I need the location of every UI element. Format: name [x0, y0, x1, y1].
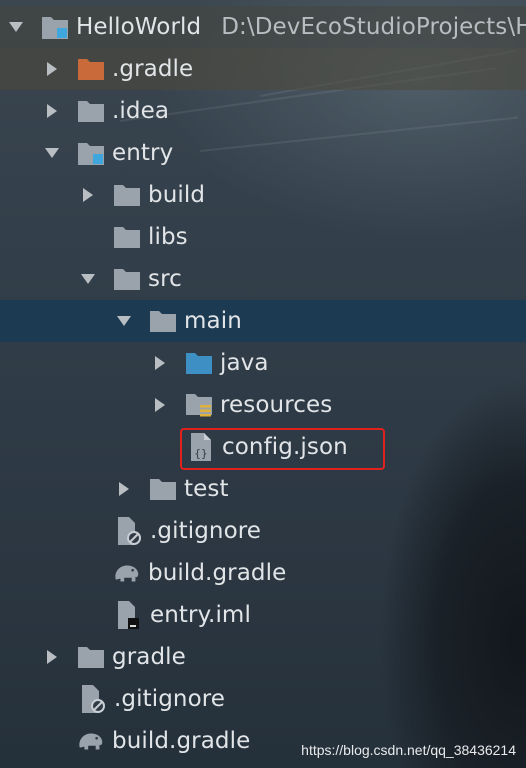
chevron-right-icon[interactable] [74, 174, 102, 216]
tree-row-resources[interactable]: resources [0, 384, 526, 426]
module-folder-icon [40, 12, 70, 42]
chevron-down-icon[interactable] [74, 258, 102, 300]
resources-folder-icon [184, 390, 214, 420]
module-folder-icon [76, 138, 106, 168]
folder-icon [148, 306, 178, 336]
project-path: D:\DevEcoStudioProjects\H [221, 14, 526, 40]
tree-label: src [148, 266, 182, 292]
tree-label: java [220, 350, 269, 376]
tree-row-idea[interactable]: .idea [0, 90, 526, 132]
tree-label: entry [112, 140, 174, 166]
tree-label: build.gradle [148, 560, 287, 586]
ignore-file-icon [114, 516, 144, 546]
folder-icon [112, 264, 142, 294]
ignore-file-icon [78, 684, 108, 714]
folder-icon [76, 54, 106, 84]
folder-icon [112, 180, 142, 210]
watermark-text: https://blog.csdn.net/qq_38436214 [301, 742, 516, 758]
tree-label: .gitignore [114, 686, 226, 712]
tree-label: .gitignore [150, 518, 262, 544]
tree-row-src[interactable]: src [0, 258, 526, 300]
tree-row-entry-iml[interactable]: entry.iml [0, 594, 526, 636]
tree-label: main [184, 308, 242, 334]
tree-label: .gradle [112, 56, 194, 82]
tree-label: .idea [112, 98, 170, 124]
chevron-right-icon[interactable] [38, 48, 66, 90]
tree-label: gradle [112, 644, 186, 670]
folder-icon [112, 222, 142, 252]
tree-row-helloworld[interactable]: HelloWorld D:\DevEcoStudioProjects\H [0, 6, 526, 48]
tree-row-root-gitignore[interactable]: .gitignore [0, 678, 526, 720]
source-folder-icon [184, 348, 214, 378]
tree-label: entry.iml [150, 602, 251, 628]
tree-label: build [148, 182, 206, 208]
folder-icon [76, 642, 106, 672]
tree-row-libs[interactable]: libs [0, 216, 526, 258]
project-name: HelloWorld [76, 14, 202, 40]
folder-icon [148, 474, 178, 504]
chevron-right-icon[interactable] [38, 636, 66, 678]
chevron-down-icon[interactable] [38, 132, 66, 174]
tree-label: libs [148, 224, 188, 250]
gradle-elephant-icon [76, 726, 106, 756]
chevron-down-icon[interactable] [2, 6, 30, 48]
chevron-right-icon[interactable] [38, 90, 66, 132]
tree-row-gradle[interactable]: gradle [0, 636, 526, 678]
tree-row-java[interactable]: java [0, 342, 526, 384]
tree-row-entry-gitignore[interactable]: .gitignore [0, 510, 526, 552]
tree-row-build[interactable]: build [0, 174, 526, 216]
project-tree: HelloWorld D:\DevEcoStudioProjects\H .gr… [0, 0, 526, 768]
annotation-highlight-box [180, 428, 385, 470]
chevron-right-icon[interactable] [110, 468, 138, 510]
tree-label: test [184, 476, 229, 502]
tree-row-main[interactable]: main [0, 300, 526, 342]
chevron-right-icon[interactable] [146, 384, 174, 426]
tree-row-entry-build-gradle[interactable]: build.gradle [0, 552, 526, 594]
tree-row-test[interactable]: test [0, 468, 526, 510]
chevron-down-icon[interactable] [110, 300, 138, 342]
tree-label: build.gradle [112, 728, 251, 754]
chevron-right-icon[interactable] [146, 342, 174, 384]
tree-row-gradle-hidden[interactable]: .gradle [0, 48, 526, 90]
tree-row-entry[interactable]: entry [0, 132, 526, 174]
tree-label: resources [220, 392, 333, 418]
gradle-elephant-icon [112, 558, 142, 588]
folder-icon [76, 96, 106, 126]
iml-file-icon [114, 600, 144, 630]
